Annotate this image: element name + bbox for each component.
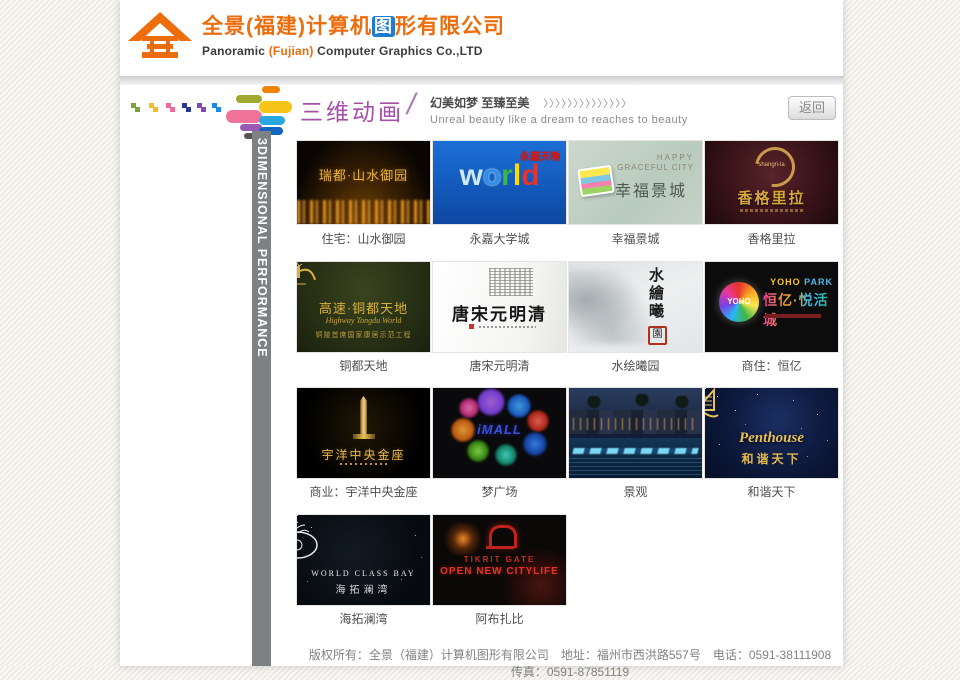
tower-base-decoration bbox=[353, 434, 375, 439]
pixel-decoration bbox=[197, 103, 202, 108]
crest-icon bbox=[297, 262, 319, 288]
brand-cn-tu-tile: 图 bbox=[372, 16, 395, 37]
palm-tree-decoration bbox=[673, 396, 691, 412]
slogan-cn: 幻美如梦 至臻至美 bbox=[430, 96, 529, 110]
vertical-banner-label: 3DIMENSIONAL PERFORMANCE bbox=[255, 138, 269, 358]
back-button[interactable]: 返回 bbox=[788, 96, 836, 120]
header-divider bbox=[120, 76, 843, 85]
pixel-decoration bbox=[166, 103, 171, 108]
gallery-item-imall-plaza[interactable]: iMALL bbox=[433, 388, 566, 478]
water-streaks-decoration bbox=[569, 458, 702, 476]
gallery-item-landscape[interactable] bbox=[569, 388, 702, 478]
gallery-caption[interactable]: 景观 bbox=[569, 483, 702, 499]
gallery-caption[interactable]: 海拓澜湾 bbox=[297, 610, 430, 626]
palm-tree-decoration bbox=[585, 396, 603, 412]
section-title: 三维动画 bbox=[300, 93, 404, 127]
calligraphy-cluster-decoration bbox=[489, 268, 533, 296]
slogan-en: Unreal beauty like a dream to reaches to… bbox=[430, 114, 688, 126]
red-seal-icon bbox=[469, 324, 474, 329]
world-logo: world bbox=[433, 161, 566, 191]
palm-tree-decoration bbox=[633, 394, 651, 410]
brand-name-cn: 全景(福建)计算机图形有限公司 bbox=[202, 14, 505, 40]
tiny-gold-tagline-decoration bbox=[740, 209, 804, 212]
sailboat-icon bbox=[705, 388, 722, 422]
arch-base-decoration bbox=[486, 546, 514, 549]
gallery-caption[interactable]: 和谐天下 bbox=[705, 483, 838, 499]
gallery-caption[interactable]: 幸福景城 bbox=[569, 230, 702, 246]
brand-block: 全景(福建)计算机图形有限公司 Panoramic (Fujian) Compu… bbox=[202, 14, 505, 58]
gallery-item-tangsong[interactable]: 唐宋元明清 bbox=[433, 262, 566, 352]
island-line-art-icon bbox=[297, 515, 324, 563]
slogan-block: 幻美如梦 至臻至美 〉〉〉〉〉〉〉〉〉〉〉〉〉〉 Unreal beauty li… bbox=[430, 94, 688, 126]
site-header: 全景(福建)计算机图形有限公司 Panoramic (Fujian) Compu… bbox=[120, 0, 843, 76]
stars-decoration bbox=[297, 515, 298, 516]
pixel-decoration bbox=[182, 103, 187, 108]
gallery-item-xingfu-city[interactable]: HAPPY GRACEFUL CITY 幸福景城 bbox=[569, 141, 702, 224]
brand-cn-post: 形有限公司 bbox=[395, 15, 505, 38]
gallery-item-penthouse[interactable]: Penthouse 和谐天下 bbox=[705, 388, 838, 478]
gallery-item-hengyi-yoho[interactable]: YOHO YOHO PARK 恒亿·悦活城 bbox=[705, 262, 838, 352]
gold-tower-icon bbox=[359, 396, 369, 434]
gallery-item-yuyang-tower[interactable]: 宇洋中央金座 bbox=[297, 388, 430, 478]
pixel-decoration bbox=[212, 103, 217, 108]
gallery-item-haituo-bay[interactable]: WORLD CLASS BAY 海拓澜湾 bbox=[297, 515, 430, 605]
company-logo-icon[interactable] bbox=[128, 11, 192, 65]
water-weir-decoration bbox=[572, 448, 698, 454]
red-tagline-decoration bbox=[765, 314, 821, 318]
gallery-caption[interactable]: 商住：恒亿 bbox=[705, 357, 838, 373]
red-seal-icon: 園 bbox=[648, 326, 667, 345]
window-lights-decoration bbox=[573, 418, 698, 430]
gallery-caption[interactable]: 唐宋元明清 bbox=[433, 357, 566, 373]
rainbow-flag-icon bbox=[577, 165, 615, 197]
gallery-caption[interactable]: 永嘉大学城 bbox=[433, 230, 566, 246]
chevrons-decoration: 〉〉〉〉〉〉〉〉〉〉〉〉〉〉 bbox=[543, 99, 632, 110]
light-flare-decoration bbox=[441, 523, 485, 555]
gallery-caption[interactable]: 香格里拉 bbox=[705, 230, 838, 246]
gallery-item-shuihui-garden[interactable]: 水繪曦 園 bbox=[569, 262, 702, 352]
ink-mist-decoration bbox=[569, 270, 649, 344]
page: 全景(福建)计算机图形有限公司 Panoramic (Fujian) Compu… bbox=[120, 0, 843, 666]
gallery-item-abu-dhabi[interactable]: TIKRIT GATE OPEN NEW CITYLIFE bbox=[433, 515, 566, 605]
gallery-item-tongdu-world[interactable]: 高速·铜都天地 Highway Tongdu World 铜陵首席国家康居示范工… bbox=[297, 262, 430, 352]
gallery-caption[interactable]: 阿布扎比 bbox=[433, 610, 566, 626]
gallery-caption[interactable]: 梦广场 bbox=[433, 483, 566, 499]
gold-dots-decoration bbox=[340, 463, 388, 465]
gallery-caption[interactable]: 铜都天地 bbox=[297, 357, 430, 373]
pixel-decoration bbox=[149, 103, 154, 108]
gallery-item-shangrila[interactable]: shangri-la 香格里拉 bbox=[705, 141, 838, 224]
brand-name-en: Panoramic (Fujian) Computer Graphics Co.… bbox=[202, 44, 505, 58]
small-text-line-decoration bbox=[479, 326, 536, 328]
pixel-decoration bbox=[131, 103, 136, 108]
gallery-item-yongjia-world[interactable]: world 永嘉天地 bbox=[433, 141, 566, 224]
title-slash: / bbox=[407, 88, 415, 122]
red-arch-gate-icon bbox=[489, 525, 517, 548]
footer-copyright: 版权所有：全景（福建）计算机图形有限公司 地址：福州市西洪路557号 电话：05… bbox=[297, 646, 843, 680]
gold-skyline-decoration bbox=[297, 200, 430, 224]
gallery-caption[interactable]: 商业：宇洋中央金座 bbox=[297, 483, 430, 499]
gallery-caption[interactable]: 住宅：山水御园 bbox=[297, 230, 430, 246]
gallery-item-shanshui-yuyuan[interactable]: 瑞都·山水御园 bbox=[297, 141, 430, 224]
stars-decoration bbox=[705, 388, 706, 389]
gallery-caption[interactable]: 水绘曦园 bbox=[569, 357, 702, 373]
brand-cn-pre: 全景(福建)计算机 bbox=[202, 15, 372, 38]
